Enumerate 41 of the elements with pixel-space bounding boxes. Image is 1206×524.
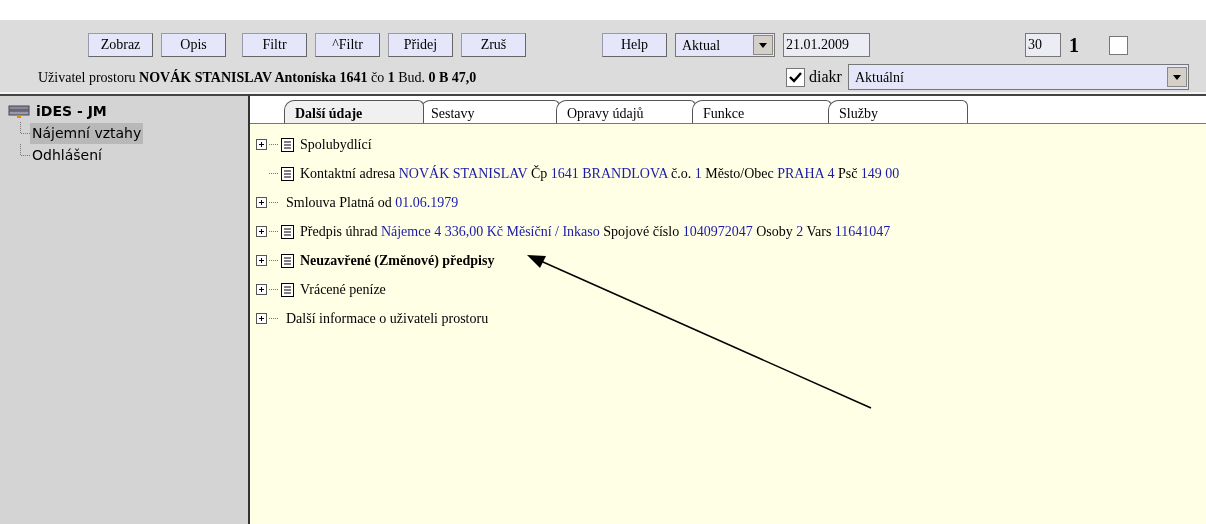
expand-icon[interactable] — [256, 139, 267, 150]
tree-item[interactable]: Nájemní vztahy — [30, 122, 144, 144]
detail-line: Neuzavřené (Změnové) předpisy — [300, 252, 495, 270]
toolbar-button[interactable]: Zobraz — [88, 33, 153, 57]
user-info: Uživatel prostoru NOVÁK STANISLAV Antoníska 1641 čo 1 Bud. 0 B 47,0 — [38, 68, 478, 87]
toolbar-button[interactable]: Opis — [161, 33, 226, 57]
expand-icon[interactable] — [256, 226, 267, 237]
detail-line: Předpis úhrad Nájemce 4 336,00 Kč Měsíční / Inkaso Spojové číslo 1040972047 Osoby 2 Vars 11641047 — [300, 223, 891, 241]
date-field[interactable]: 21.01.2009 — [783, 33, 870, 57]
count-field[interactable]: 30 — [1025, 33, 1061, 57]
expand-icon[interactable] — [256, 284, 267, 295]
tree-connector — [20, 122, 30, 134]
state-dropdown[interactable]: Aktuální — [847, 64, 1189, 90]
tab[interactable]: Opravy údajů — [556, 100, 696, 123]
detail-line: Smlouva Platná od 01.06.1979 — [286, 194, 459, 212]
expand-icon[interactable] — [256, 197, 267, 208]
mode-dropdown[interactable]: Aktual — [675, 33, 775, 57]
server-icon — [8, 103, 30, 119]
caret-icon — [759, 42, 767, 48]
tree-connector — [20, 144, 30, 156]
tree-item[interactable]: iDES - JM — [34, 100, 109, 122]
expand-icon[interactable] — [256, 313, 267, 324]
detail-line: Kontaktní adresa NOVÁK STANISLAV Čp 1641 BRANDLOVA č.o. 1 Město/Obec PRAHA 4 Psč 149 00 — [300, 164, 900, 183]
toolbar-button[interactable]: Filtr — [242, 33, 307, 57]
toolbar-button[interactable]: Help — [602, 33, 667, 57]
checkbox-label: diakr — [809, 67, 842, 87]
detail-line: Spolubydlící — [300, 136, 372, 154]
tab[interactable]: Další údaje — [284, 100, 424, 123]
tab[interactable]: Služby — [828, 100, 968, 123]
expand-icon[interactable] — [256, 255, 267, 266]
caret-icon — [1172, 74, 1181, 80]
toolbar-button[interactable]: Přidej — [388, 33, 453, 57]
toolbar-button[interactable]: ^Filtr — [315, 33, 380, 57]
tab[interactable]: Funkce — [692, 100, 832, 123]
checkbox[interactable] — [786, 67, 805, 87]
detail-line: Další informace o uživateli prostoru — [286, 310, 489, 328]
toolbar-button[interactable]: Zruš — [461, 33, 526, 57]
detail-line: Vrácené peníze — [300, 281, 386, 299]
tree-item[interactable]: Odhlášení — [30, 144, 104, 166]
checkbox[interactable] — [1109, 35, 1128, 55]
page-number: 1 — [1069, 33, 1079, 58]
